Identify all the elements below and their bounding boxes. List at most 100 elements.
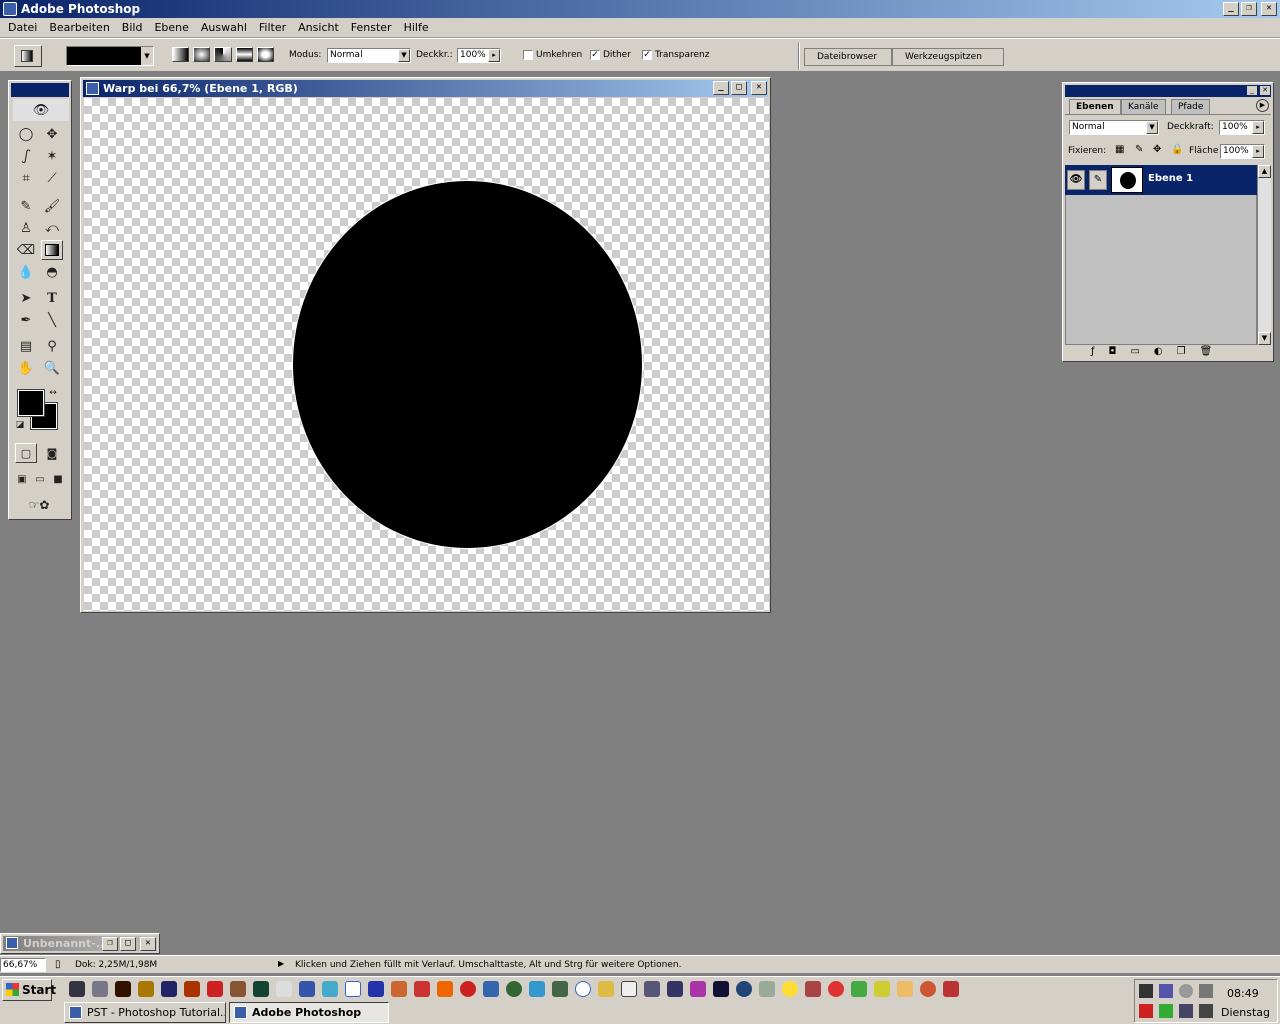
default-colors-icon[interactable]: ◪ (14, 419, 26, 431)
quick-launch-icon[interactable] (644, 981, 660, 997)
quick-launch-icon[interactable] (414, 981, 430, 997)
menu-fenster[interactable]: Fenster (345, 21, 398, 34)
quick-launch-icon[interactable] (207, 981, 223, 997)
word-icon[interactable] (368, 981, 384, 997)
menu-hilfe[interactable]: Hilfe (398, 21, 435, 34)
scroll-down-arrow-icon[interactable]: ▼ (1258, 332, 1271, 345)
layers-scrollbar[interactable]: ▲ ▼ (1257, 165, 1271, 345)
taskbar-button-pst-tutorial[interactable]: PST - Photoshop Tutorial... (64, 1002, 226, 1023)
history-brush-icon[interactable]: ⤺ (41, 218, 63, 238)
healing-brush-icon[interactable]: ✎ (15, 196, 37, 216)
quick-launch-icon[interactable] (345, 981, 361, 997)
quick-launch-icon[interactable] (828, 981, 844, 997)
notes-tool-icon[interactable]: ▤ (15, 336, 37, 356)
lock-image-icon[interactable]: ✎ (1135, 144, 1143, 155)
taskbar-button-adobe-photoshop[interactable]: Adobe Photoshop (229, 1002, 389, 1023)
layer-style-icon[interactable]: ƒ (1091, 346, 1095, 360)
tray-icon[interactable] (1159, 984, 1173, 998)
zoom-field[interactable]: 66,67% (0, 958, 46, 972)
tray-icon[interactable] (1179, 984, 1193, 998)
tray-icon[interactable] (1139, 984, 1153, 998)
modus-select[interactable]: Normal ▼ (327, 48, 411, 63)
type-tool-icon[interactable]: T (41, 288, 63, 308)
maximize-button[interactable]: □ (731, 81, 747, 95)
angle-gradient-icon[interactable] (214, 47, 232, 62)
quick-launch-icon[interactable] (713, 981, 729, 997)
screen-mode-full-menu-icon[interactable]: ▭ (31, 469, 49, 489)
new-layer-icon[interactable]: ❐ (1177, 346, 1186, 360)
quick-launch-icon[interactable] (161, 981, 177, 997)
eye-icon[interactable]: 👁 (1067, 170, 1085, 190)
standard-mode-icon[interactable]: ▢ (15, 443, 37, 463)
quick-launch-icon[interactable] (391, 981, 407, 997)
tray-icon[interactable] (1199, 1004, 1213, 1018)
menu-filter[interactable]: Filter (253, 21, 292, 34)
eyedropper-icon[interactable]: ⚲ (41, 336, 63, 356)
blur-tool-icon[interactable]: 💧 (15, 262, 37, 282)
quick-launch-icon[interactable] (230, 981, 246, 997)
dither-checkbox[interactable]: ✓ (590, 50, 600, 60)
restore-button[interactable]: ❐ (102, 937, 118, 951)
restore-button[interactable]: ❐ (1241, 2, 1257, 16)
opacity-input[interactable]: 100% ▸ (1219, 120, 1265, 135)
zoom-tool-icon[interactable]: 🔍 (41, 358, 63, 378)
chevron-right-icon[interactable]: ▸ (488, 49, 500, 62)
menu-datei[interactable]: Datei (2, 21, 43, 34)
document-info-icon[interactable]: ▯ (55, 959, 61, 970)
deckkraft-input[interactable]: 100% ▸ (457, 48, 501, 63)
clock-time[interactable]: 08:49 (1227, 987, 1259, 1000)
status-arrow-icon[interactable]: ▶ (278, 959, 284, 968)
brush-tool-icon[interactable]: 🖌 (41, 196, 63, 216)
close-button[interactable]: ✕ (1261, 2, 1277, 16)
quick-launch-icon[interactable] (851, 981, 867, 997)
magic-wand-icon[interactable]: ✶ (41, 146, 63, 166)
quick-launch-icon[interactable] (138, 981, 154, 997)
quick-launch-icon[interactable] (115, 981, 131, 997)
minimized-document-window[interactable]: Unbenannt-... ❐ □ ✕ (0, 933, 160, 954)
palette-menu-arrow-icon[interactable]: ▶ (1256, 99, 1269, 112)
quick-launch-icon[interactable] (184, 981, 200, 997)
layer-row[interactable]: 👁 ✎ Ebene 1 (1065, 165, 1257, 195)
tray-icon[interactable] (1159, 1004, 1173, 1018)
menu-bearbeiten[interactable]: Bearbeiten (43, 21, 115, 34)
tool-preset-picker[interactable] (14, 45, 42, 67)
new-set-icon[interactable]: ▭ (1130, 346, 1139, 360)
quick-launch-icon[interactable] (621, 981, 637, 997)
close-button[interactable]: ✕ (751, 81, 767, 95)
gradient-picker[interactable]: ▼ (66, 46, 154, 66)
slice-tool-icon[interactable]: ⟋ (41, 168, 63, 188)
quick-launch-icon[interactable] (92, 981, 108, 997)
screen-mode-full-icon[interactable]: ■ (49, 469, 67, 489)
app-title-bar[interactable]: Adobe Photoshop _ ❐ ✕ (0, 0, 1280, 18)
menu-auswahl[interactable]: Auswahl (195, 21, 253, 34)
quick-launch-icon[interactable] (736, 981, 752, 997)
layer-mask-icon[interactable]: ◘ (1109, 346, 1117, 360)
blend-mode-select[interactable]: Normal ▼ (1069, 120, 1159, 135)
quick-launch-icon[interactable] (690, 981, 706, 997)
folder-icon[interactable] (897, 981, 913, 997)
image-canvas[interactable] (84, 98, 769, 611)
photoshop-app-icon[interactable] (3, 2, 17, 16)
quick-launch-icon[interactable] (460, 981, 476, 997)
quick-launch-icon[interactable] (943, 981, 959, 997)
chevron-down-icon[interactable]: ▼ (1146, 121, 1158, 134)
quick-launch-icon[interactable] (920, 981, 936, 997)
quick-launch-icon[interactable] (506, 981, 522, 997)
close-button[interactable]: ✕ (1260, 86, 1270, 95)
umkehren-checkbox[interactable] (523, 50, 533, 60)
move-tool-icon[interactable]: ✥ (41, 124, 63, 144)
quick-launch-icon[interactable] (69, 981, 85, 997)
clone-stamp-icon[interactable]: ♙ (15, 218, 37, 238)
adjustment-layer-icon[interactable]: ◐ (1154, 346, 1163, 360)
reflected-gradient-icon[interactable] (235, 47, 253, 62)
dodge-tool-icon[interactable]: ◓ (41, 262, 63, 282)
lock-all-icon[interactable]: 🔒 (1171, 144, 1183, 155)
chevron-down-icon[interactable]: ▼ (141, 47, 153, 65)
path-selection-icon[interactable]: ➤ (15, 288, 37, 308)
brush-link-icon[interactable]: ✎ (1089, 170, 1107, 190)
hand-tool-icon[interactable]: ✋ (15, 358, 37, 378)
lasso-tool-icon[interactable]: ഽ (15, 146, 37, 166)
trash-icon[interactable]: 🗑 (1200, 346, 1213, 360)
quick-launch-icon[interactable] (805, 981, 821, 997)
quick-launch-icon[interactable] (322, 981, 338, 997)
